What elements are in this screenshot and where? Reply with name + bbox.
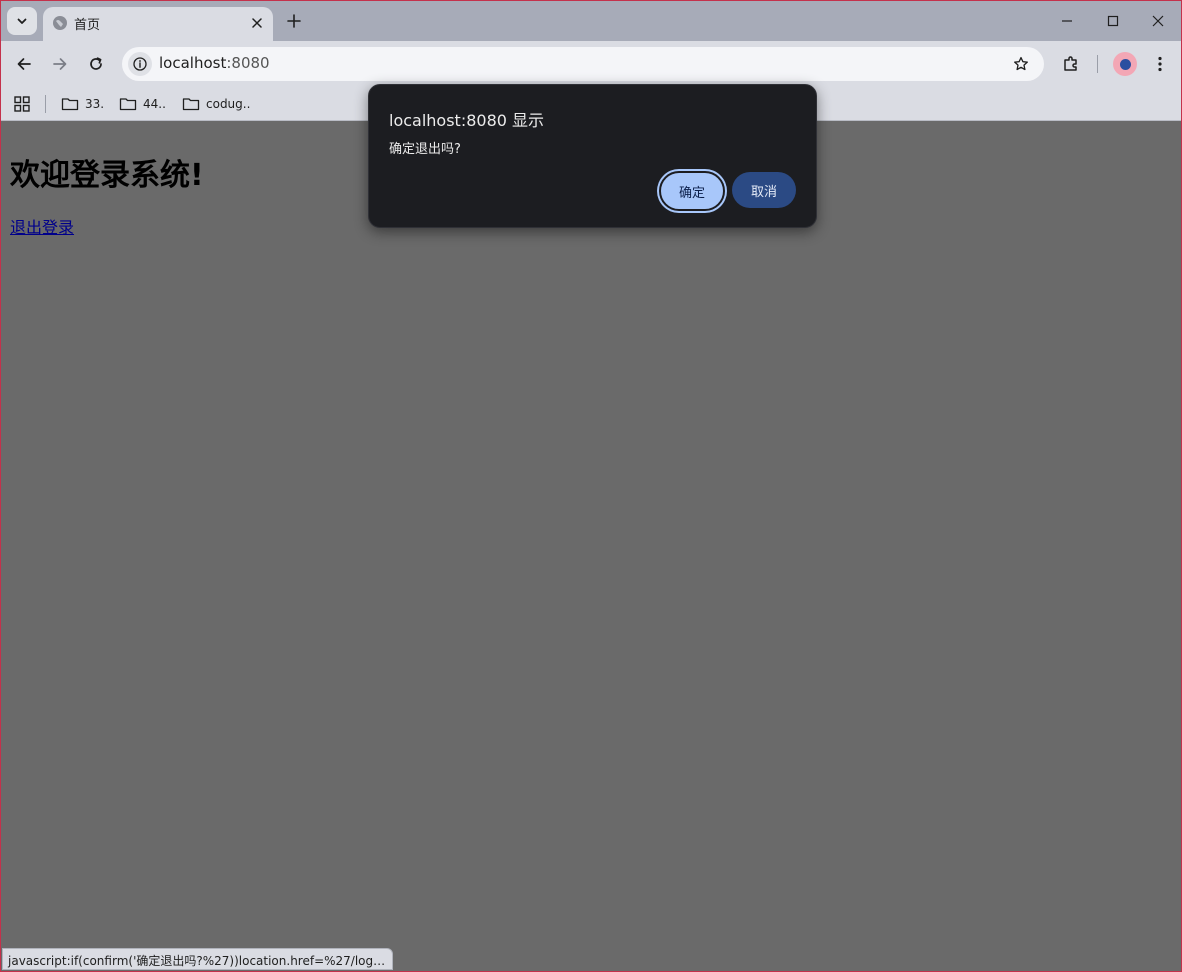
avatar-glyph xyxy=(1119,58,1131,70)
logout-link[interactable]: 退出登录 xyxy=(10,214,74,238)
cancel-button[interactable]: 取消 xyxy=(732,172,796,208)
reload-button[interactable] xyxy=(80,48,112,80)
reload-icon xyxy=(90,57,102,70)
tab-strip: 首页 xyxy=(1,1,1181,41)
globe-icon xyxy=(53,16,67,30)
page-content: 欢迎登录系统! 退出登录 xyxy=(1,122,1181,971)
maximize-button[interactable] xyxy=(1090,5,1136,37)
close-window-button[interactable] xyxy=(1135,5,1181,37)
folder-icon xyxy=(119,98,137,111)
star-icon xyxy=(1014,56,1028,71)
profile-avatar[interactable] xyxy=(1113,52,1137,76)
maximize-icon xyxy=(1107,15,1119,27)
close-icon xyxy=(252,18,262,28)
dialog-message: 确定退出吗? xyxy=(389,142,461,157)
puzzle-icon xyxy=(1064,56,1077,71)
ok-button[interactable]: 确定 xyxy=(659,171,725,211)
toolbar-separator xyxy=(1097,55,1098,73)
bookmark-folder-3[interactable]: codug.. xyxy=(182,93,250,115)
folder-icon xyxy=(61,98,79,111)
page-heading: 欢迎登录系统! xyxy=(10,158,204,193)
bookmark-label: codug.. xyxy=(206,97,251,111)
tab-search-button[interactable] xyxy=(7,7,37,35)
tab-active[interactable]: 首页 xyxy=(43,7,273,41)
close-icon xyxy=(1152,15,1164,27)
url-host: localhost xyxy=(159,54,227,72)
extensions-button[interactable] xyxy=(1055,48,1087,80)
arrow-right-icon xyxy=(53,58,67,70)
bookmark-folder-2[interactable]: 44.. xyxy=(119,93,166,115)
browser-window: 首页 localhost:8080 33. 44.. codug.. 欢迎登录系… xyxy=(0,0,1182,972)
minimize-button[interactable] xyxy=(1044,5,1090,37)
url-port: :8080 xyxy=(226,54,270,72)
bookmark-label: 44.. xyxy=(143,97,166,111)
address-bar[interactable]: localhost:8080 xyxy=(122,47,1044,81)
status-bubble: javascript:if(confirm('确定退出吗?%27))locati… xyxy=(2,948,393,970)
url-text[interactable]: localhost:8080 xyxy=(159,54,270,72)
chevron-down-icon xyxy=(17,18,27,24)
bookmarks-separator xyxy=(45,95,46,113)
new-tab-button[interactable] xyxy=(281,9,307,33)
apps-grid-icon[interactable] xyxy=(12,94,32,114)
folder-icon xyxy=(182,98,200,111)
bookmark-star-button[interactable] xyxy=(1010,53,1032,75)
minimize-icon xyxy=(1062,20,1072,22)
browser-toolbar: localhost:8080 xyxy=(1,41,1181,87)
bookmark-folder-1[interactable]: 33. xyxy=(61,93,104,115)
menu-button[interactable] xyxy=(1144,48,1176,80)
bookmark-label: 33. xyxy=(85,97,105,111)
info-icon xyxy=(133,57,147,71)
site-info-button[interactable] xyxy=(128,52,152,76)
tab-title: 首页 xyxy=(74,18,101,33)
plus-icon xyxy=(287,14,301,28)
kebab-menu-icon xyxy=(1158,56,1162,72)
confirm-dialog: localhost:8080 显示 确定退出吗? 确定 取消 xyxy=(368,84,817,228)
arrow-left-icon xyxy=(17,58,31,70)
forward-button[interactable] xyxy=(44,48,76,80)
tab-close-button[interactable] xyxy=(247,13,267,33)
dialog-title: localhost:8080 显示 xyxy=(389,111,545,130)
back-button[interactable] xyxy=(8,48,40,80)
